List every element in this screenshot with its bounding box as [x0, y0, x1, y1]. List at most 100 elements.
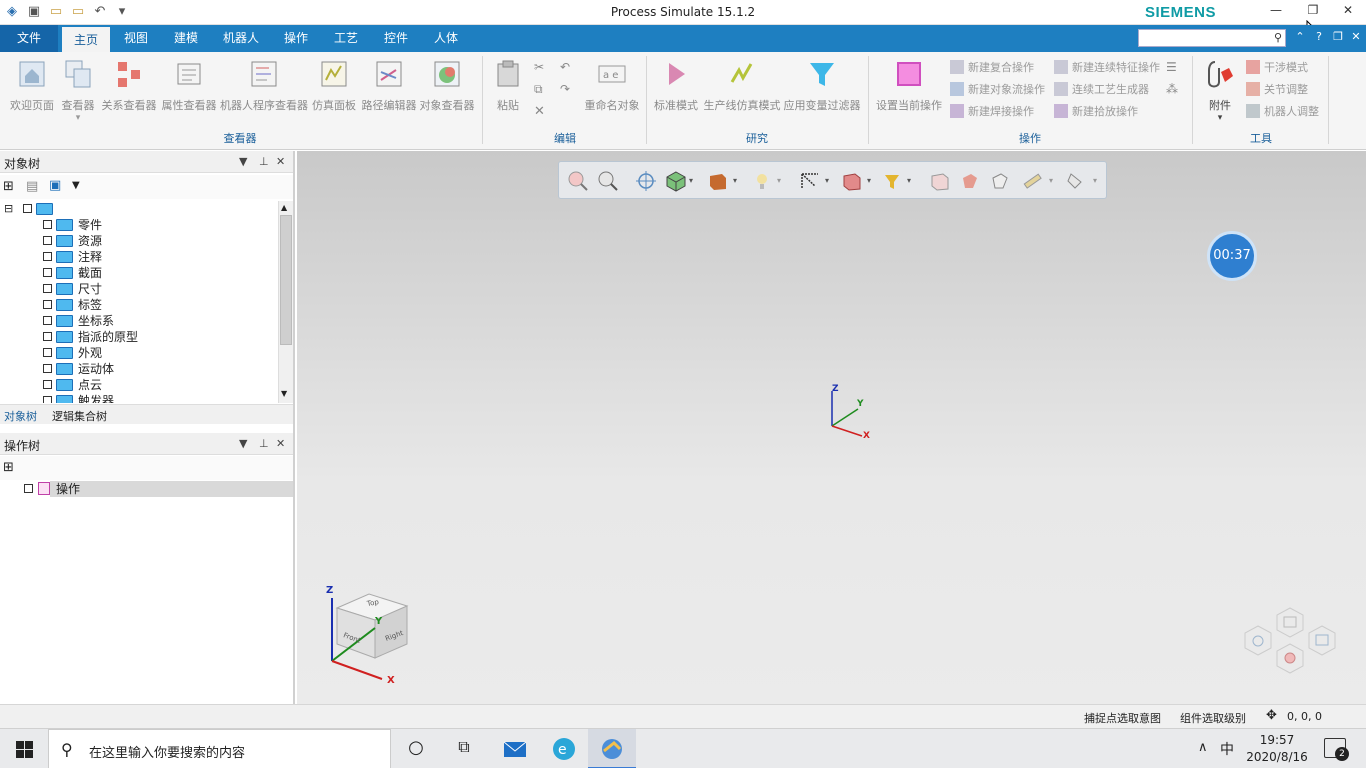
robot-program-viewer-button[interactable]: 机器人程序查看器: [218, 58, 310, 113]
line-simulation-mode-button[interactable]: 生产线仿真模式: [702, 58, 782, 113]
new-pick-place-operation-button[interactable]: 新建拾放操作: [1054, 102, 1138, 120]
tree-item-checkbox[interactable]: [43, 236, 52, 245]
home-hex-button[interactable]: [1308, 625, 1336, 656]
tree-item-checkbox[interactable]: [43, 332, 52, 341]
pick-center-hex-button[interactable]: [1244, 625, 1272, 656]
tree-item-checkbox[interactable]: [43, 396, 52, 403]
command-search[interactable]: ⚲: [1138, 29, 1286, 47]
restore-doc-icon[interactable]: ❐: [1330, 30, 1346, 46]
search-icon[interactable]: ⚲: [1274, 31, 1282, 44]
tree-item[interactable]: 坐标系: [0, 313, 278, 329]
pick-intent-status[interactable]: 捕捉点选取意图: [1084, 710, 1161, 726]
command-search-input[interactable]: [1139, 30, 1267, 46]
collapse-icon[interactable]: ⊟: [4, 201, 13, 217]
property-viewer-button[interactable]: 属性查看器: [160, 58, 218, 113]
pick-level-status[interactable]: 组件选取级别: [1180, 710, 1246, 726]
operation-root-checkbox[interactable]: [24, 484, 33, 493]
mail-icon[interactable]: [503, 737, 527, 761]
object-viewer-button[interactable]: 对象查看器: [418, 58, 476, 113]
tree-item[interactable]: 零件: [0, 217, 278, 233]
joint-jog-button[interactable]: 关节调整: [1246, 80, 1308, 98]
tree-item-checkbox[interactable]: [43, 268, 52, 277]
paste-button[interactable]: 粘贴: [490, 58, 526, 113]
chevron-down-icon[interactable]: ▾: [825, 176, 829, 185]
cortana-icon[interactable]: ○: [404, 737, 428, 761]
collapse-ribbon-icon[interactable]: ⌃: [1292, 30, 1308, 46]
paint-bucket-icon[interactable]: [1065, 170, 1087, 192]
chevron-down-icon[interactable]: ▾: [733, 176, 737, 185]
tree-item[interactable]: 点云: [0, 377, 278, 393]
chevron-down-icon[interactable]: ▾: [1093, 176, 1097, 185]
tree-item-checkbox[interactable]: [43, 380, 52, 389]
set-current-operation-button[interactable]: 设置当前操作: [874, 58, 944, 113]
scroll-thumb[interactable]: [280, 215, 292, 345]
operation-root-row[interactable]: 操作: [50, 481, 293, 497]
chevron-down-icon[interactable]: ▾: [689, 176, 693, 185]
rename-object-button[interactable]: a e 重命名对象: [584, 58, 640, 113]
chevron-down-icon[interactable]: ▾: [777, 176, 781, 185]
tree-item[interactable]: 运动体: [0, 361, 278, 377]
view-cube-icon[interactable]: [665, 170, 687, 192]
tab-modeling[interactable]: 建模: [164, 25, 208, 52]
tree-item-checkbox[interactable]: [43, 220, 52, 229]
tree-item-checkbox[interactable]: [43, 316, 52, 325]
close-icon[interactable]: ✕: [276, 437, 285, 450]
chevron-down-icon[interactable]: ▾: [867, 176, 871, 185]
standard-mode-button[interactable]: 标准模式: [652, 58, 700, 113]
panel-menu-icon[interactable]: ▼: [239, 155, 247, 168]
tab-file[interactable]: 文件: [0, 25, 58, 52]
tree-item[interactable]: 指派的原型: [0, 329, 278, 345]
tree-item[interactable]: 截面: [0, 265, 278, 281]
tree-item[interactable]: 资源: [0, 233, 278, 249]
object-tree-scrollbar[interactable]: ▲ ▼: [278, 201, 293, 403]
tab-view[interactable]: 视图: [114, 25, 158, 52]
ime-indicator[interactable]: 中: [1220, 739, 1234, 759]
close-icon[interactable]: ✕: [276, 155, 285, 168]
zoom-to-fit-icon[interactable]: [567, 170, 589, 192]
chevron-down-icon[interactable]: ▼: [72, 180, 80, 191]
tab-robot[interactable]: 机器人: [214, 25, 268, 52]
new-resource-icon[interactable]: ▤: [26, 179, 38, 194]
tree-item[interactable]: 注释: [0, 249, 278, 265]
panel-menu-icon[interactable]: ▼: [239, 437, 247, 450]
graphic-viewer[interactable]: ▾ ▾ ▾ ▾ ▾ ▾ ▾ ▾ 00:37 Z Y X Top Front Ri…: [297, 151, 1366, 704]
close-doc-icon[interactable]: ✕: [1348, 30, 1364, 46]
tree-item-checkbox[interactable]: [43, 348, 52, 357]
pin-icon[interactable]: ⊥: [259, 437, 269, 450]
robot-jog-button[interactable]: 机器人调整: [1246, 102, 1319, 120]
zoom-to-selection-icon[interactable]: [597, 170, 619, 192]
view-hex-button[interactable]: [1276, 607, 1304, 638]
render-mode-icon[interactable]: [707, 170, 729, 192]
root-checkbox[interactable]: [23, 204, 32, 213]
operation-list-icon[interactable]: ☰: [1166, 60, 1177, 74]
pin-icon[interactable]: ⊥: [259, 155, 269, 168]
operation-tree-icon[interactable]: ⁂: [1166, 82, 1178, 96]
undo-edit-icon[interactable]: ↶: [560, 60, 570, 74]
edge-browser-icon[interactable]: e: [552, 737, 576, 761]
tab-process[interactable]: 工艺: [324, 25, 368, 52]
tab-object-tree[interactable]: 对象树: [4, 408, 37, 424]
copy-icon[interactable]: ⧉: [534, 82, 543, 97]
measure-icon[interactable]: [1021, 170, 1043, 192]
delete-icon[interactable]: ✕: [534, 104, 545, 119]
apply-variant-filter-button[interactable]: 应用变量过滤器: [782, 58, 862, 113]
tray-expand-icon[interactable]: ∧: [1198, 740, 1208, 755]
simulation-panel-button[interactable]: 仿真面板: [310, 58, 358, 113]
blank-object-icon[interactable]: [929, 170, 951, 192]
tree-filter-icon[interactable]: ⊞: [3, 179, 14, 194]
help-icon[interactable]: ?: [1311, 30, 1327, 46]
show-all-icon[interactable]: [989, 170, 1011, 192]
new-compound-operation-button[interactable]: 新建复合操作: [950, 58, 1034, 76]
light-bulb-icon[interactable]: [751, 170, 773, 192]
tab-home[interactable]: 主页: [62, 25, 110, 52]
path-editor-button[interactable]: 路径编辑器: [360, 58, 418, 113]
pick-center-icon[interactable]: [635, 170, 657, 192]
restore-button[interactable]: ❐: [1303, 3, 1323, 21]
pick-filter-icon[interactable]: [881, 170, 903, 192]
interference-mode-button[interactable]: 干涉模式: [1246, 58, 1308, 76]
tree-item-checkbox[interactable]: [43, 252, 52, 261]
windows-start-icon[interactable]: [16, 741, 33, 758]
taskbar-process-simulate[interactable]: [588, 729, 636, 768]
chevron-down-icon[interactable]: ▾: [1049, 176, 1053, 185]
tree-item[interactable]: 标签: [0, 297, 278, 313]
